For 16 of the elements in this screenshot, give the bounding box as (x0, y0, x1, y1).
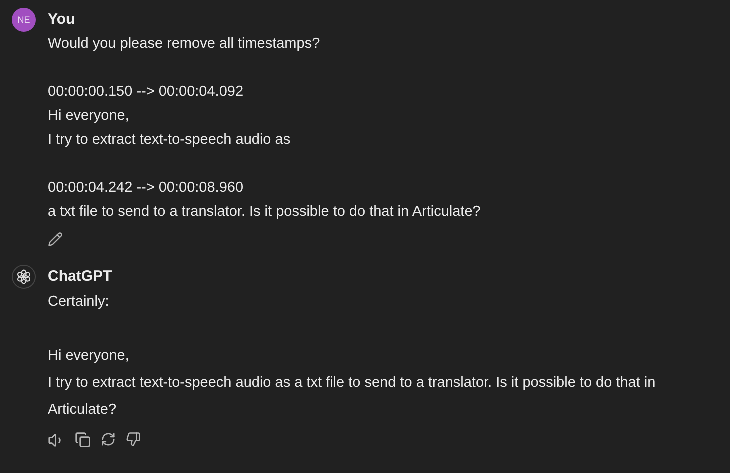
author-name: ChatGPT (48, 267, 114, 287)
message-line: Hi everyone, (48, 347, 130, 366)
logo-icon (12, 265, 36, 289)
message-line: Would you please remove all timestamps? (48, 35, 322, 54)
thumbs-down-icon[interactable] (126, 432, 141, 449)
message-line: 00:00:04.242 --> 00:00:08.960 (48, 179, 245, 198)
message-line: I try to extract text-to-speech audio as (48, 131, 292, 150)
copy-icon[interactable] (75, 432, 91, 449)
message-line: Certainly: (48, 293, 110, 312)
message-line: 00:00:00.150 --> 00:00:04.092 (48, 83, 245, 102)
author-name: You (48, 10, 76, 30)
message-line: I try to extract text-to-speech audio as a txt file to send to a translator. Is it possible to do that in Articulate? (48, 374, 657, 420)
user-avatar: NE (12, 8, 36, 32)
message-line: Hi everyone, (48, 107, 130, 126)
edit-icon[interactable] (48, 232, 63, 247)
message-line: a txt file to send to a translator. Is it possible to do that in Articulate? (48, 203, 482, 222)
